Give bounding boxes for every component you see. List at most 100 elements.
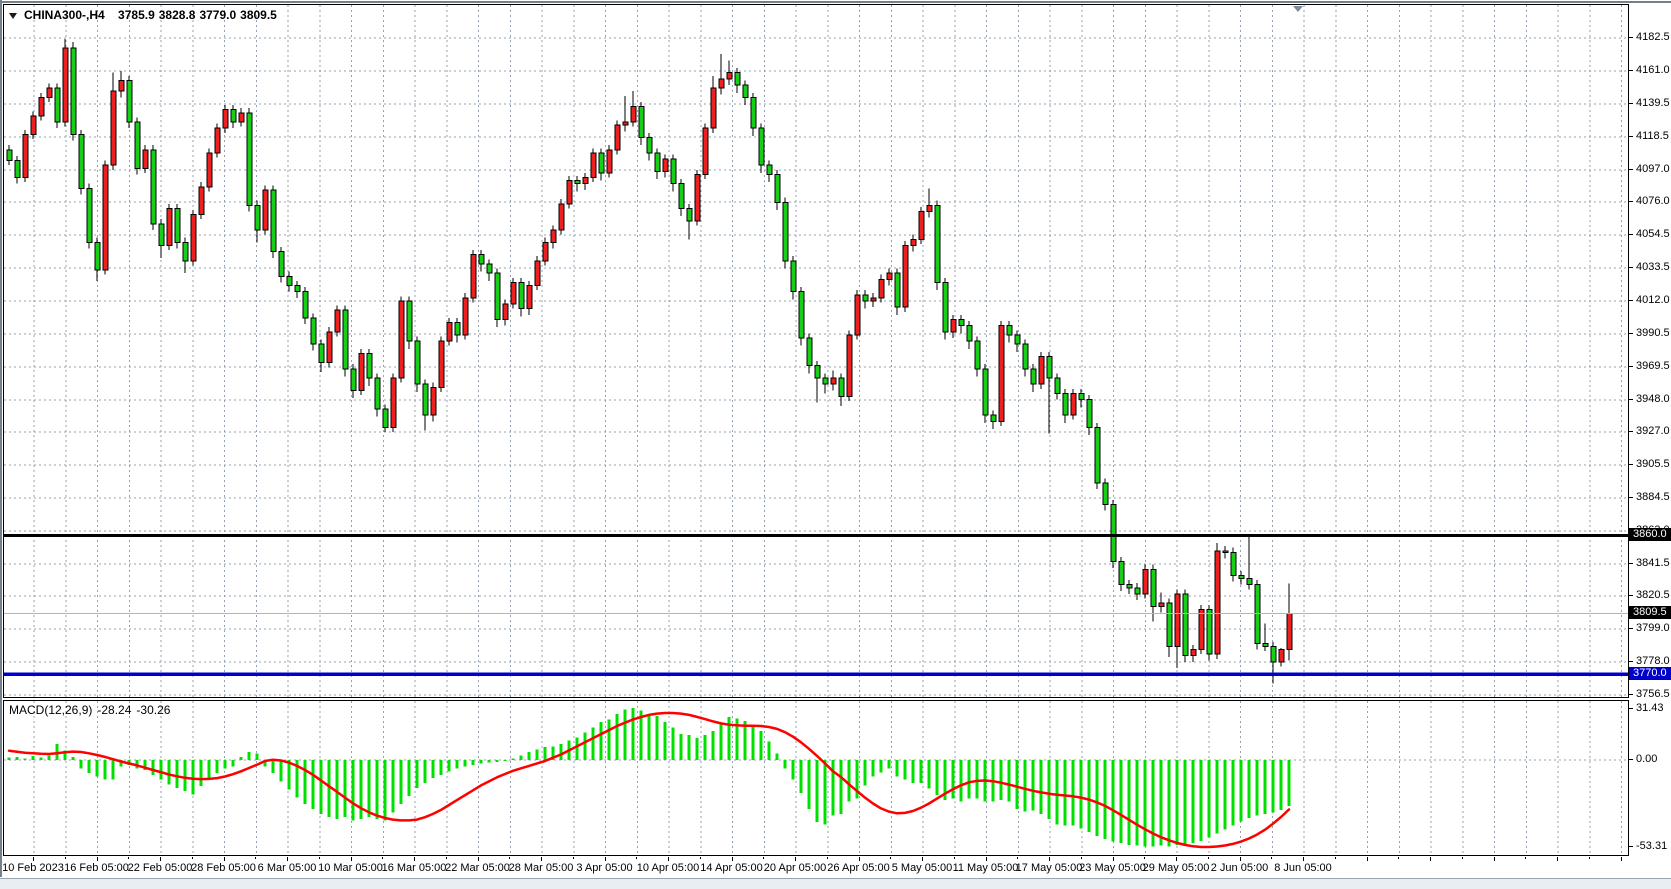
candle <box>1271 646 1276 661</box>
time-label: 17 May 05:00 <box>1016 862 1083 874</box>
candle <box>199 187 204 215</box>
macd-bar <box>712 731 715 760</box>
candle <box>215 128 220 153</box>
macd-bar <box>864 760 867 785</box>
macd-bar <box>1032 760 1035 810</box>
candle <box>111 91 116 165</box>
candle <box>815 366 820 378</box>
candle <box>935 205 940 282</box>
macd-bar <box>1216 760 1219 833</box>
candle <box>1191 650 1196 656</box>
candle <box>1287 613 1292 649</box>
candle <box>191 215 196 261</box>
time-tick <box>351 857 352 861</box>
macd-bar <box>1112 760 1115 841</box>
candle <box>767 165 772 174</box>
candle <box>447 323 452 342</box>
macd-bar <box>304 760 307 804</box>
macd-bar <box>912 760 915 783</box>
candle <box>1255 585 1260 644</box>
candle <box>175 208 180 242</box>
chart-shift-marker[interactable] <box>1293 6 1303 12</box>
candle <box>471 255 476 298</box>
symbol-dropdown-icon[interactable] <box>9 13 17 19</box>
candle <box>959 319 964 325</box>
window-bottom-edge <box>0 878 1671 889</box>
macd-chart[interactable] <box>4 701 1628 855</box>
candle <box>407 301 412 341</box>
macd-bar <box>848 760 851 802</box>
candle <box>39 97 44 116</box>
macd-bar <box>408 760 411 796</box>
macd-bar <box>1056 760 1059 824</box>
candle <box>927 205 932 211</box>
candle <box>1007 326 1012 335</box>
candle <box>95 242 100 270</box>
time-tick <box>446 857 447 859</box>
macd-bar <box>664 722 667 760</box>
close-value: 3809.5 <box>240 8 277 22</box>
axis-tick <box>1629 563 1633 564</box>
candlestick-chart[interactable] <box>4 5 1628 697</box>
price-label: 4054.5 <box>1636 228 1670 241</box>
macd-bar <box>24 759 27 761</box>
candle <box>1151 569 1156 606</box>
price-label: 3927.0 <box>1636 425 1670 438</box>
price-axis[interactable]: 4182.54161.04139.54118.54097.04076.04054… <box>1629 4 1671 877</box>
time-tick <box>636 857 637 859</box>
macd-bar <box>920 760 923 783</box>
candle <box>1111 505 1116 562</box>
time-label: 14 Apr 05:00 <box>700 862 762 874</box>
macd-bar <box>456 760 459 768</box>
time-label: 22 Feb 05:00 <box>128 862 193 874</box>
macd-bar <box>1104 760 1107 839</box>
time-tick <box>1621 857 1622 861</box>
candle <box>991 415 996 421</box>
macd-indicator-panel[interactable]: MACD(12,26,9)-28.24-30.26 <box>3 700 1629 856</box>
macd-bar <box>1240 760 1243 821</box>
candle <box>559 204 564 230</box>
macd-bar <box>888 760 891 768</box>
candle <box>807 338 812 366</box>
time-tick <box>1557 857 1558 861</box>
macd-bar <box>216 760 219 773</box>
time-axis[interactable]: 10 Feb 202316 Feb 05:0022 Feb 05:0028 Fe… <box>3 857 1629 877</box>
macd-bar <box>168 760 171 784</box>
macd-bar <box>1288 760 1291 806</box>
macd-bar <box>16 757 19 760</box>
candle <box>855 295 860 335</box>
time-tick <box>732 857 733 861</box>
macd-bar <box>608 719 611 760</box>
macd-bar <box>1120 760 1123 843</box>
macd-bar <box>336 760 339 819</box>
time-tick <box>33 857 34 861</box>
macd-bar <box>1232 760 1235 825</box>
time-label: 10 Apr 05:00 <box>637 862 699 874</box>
price-label: 3884.5 <box>1636 491 1670 504</box>
macd-bar <box>328 760 331 817</box>
candle <box>1023 344 1028 369</box>
chart-title: CHINA300-,H4 3785.93828.83779.03809.5 <box>9 8 281 22</box>
axis-tick <box>1629 464 1633 465</box>
price-chart-panel[interactable]: CHINA300-,H4 3785.93828.83779.03809.5 <box>3 4 1629 698</box>
macd-bar <box>232 760 235 767</box>
candle <box>327 332 332 363</box>
candle <box>7 150 12 161</box>
candle <box>1231 552 1236 575</box>
current-price-line-badge: 3809.5 <box>1629 606 1671 619</box>
macd-bar <box>776 754 779 761</box>
macd-bar <box>1256 760 1259 815</box>
macd-bar <box>72 757 75 760</box>
macd-bar <box>696 738 699 760</box>
candle <box>783 202 788 261</box>
candle <box>439 341 444 387</box>
macd-bar <box>824 760 827 824</box>
time-tick <box>1113 857 1114 861</box>
time-label: 22 Mar 05:00 <box>445 862 510 874</box>
candle <box>151 150 156 224</box>
macd-bar <box>392 760 395 812</box>
candle <box>1079 393 1084 399</box>
time-label: 8 Jun 05:00 <box>1274 862 1332 874</box>
candle <box>1167 603 1172 646</box>
window-top-edge <box>0 1 1671 3</box>
